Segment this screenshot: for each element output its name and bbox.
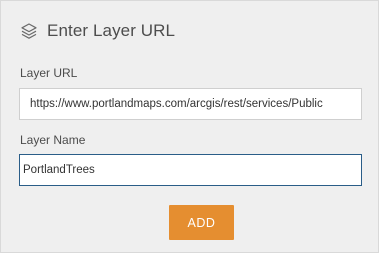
- layer-url-input[interactable]: [19, 88, 362, 120]
- layers-icon: [19, 21, 39, 41]
- layer-name-input[interactable]: [19, 154, 362, 186]
- layer-url-label: Layer URL: [20, 66, 78, 80]
- layer-name-label: Layer Name: [20, 133, 86, 147]
- panel-header: Enter Layer URL: [19, 19, 175, 43]
- enter-layer-url-panel: Enter Layer URL Layer URL Layer Name ADD: [0, 0, 379, 253]
- panel-title: Enter Layer URL: [47, 21, 176, 40]
- add-button[interactable]: ADD: [169, 205, 234, 240]
